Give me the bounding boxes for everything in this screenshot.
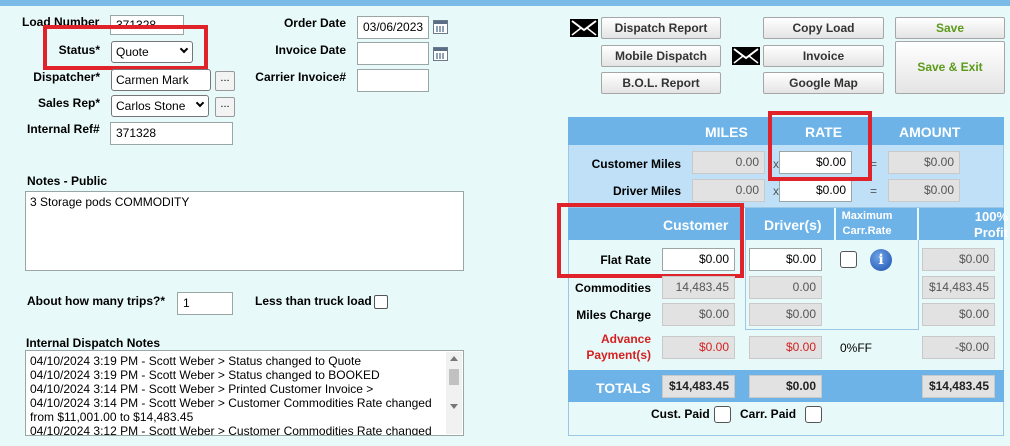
charges-divider-2 bbox=[834, 208, 836, 240]
driver-column-line bbox=[745, 240, 746, 330]
order-date-input[interactable]: 03/06/2023 bbox=[357, 16, 429, 39]
chevron-down-icon bbox=[195, 98, 205, 108]
dispatch-report-button[interactable]: Dispatch Report bbox=[601, 17, 721, 39]
calendar-icon[interactable] bbox=[433, 47, 448, 61]
dispatcher-lookup-button[interactable]: ... bbox=[215, 71, 235, 91]
profit-column-line bbox=[918, 240, 919, 330]
notes-public-label: Notes - Public bbox=[27, 174, 108, 188]
google-map-button[interactable]: Google Map bbox=[763, 72, 884, 94]
commodities-driver-input: 0.00 bbox=[749, 276, 822, 299]
notes-scrollbar[interactable] bbox=[446, 352, 462, 434]
invoice-date-label: Invoice Date bbox=[275, 43, 346, 57]
drivers-header: Driver(s) bbox=[764, 217, 822, 233]
totals-driver-input: $0.00 bbox=[749, 375, 822, 398]
customer-miles-input: 0.00 bbox=[692, 151, 765, 174]
save-exit-button[interactable]: Save & Exit bbox=[895, 41, 1005, 94]
sales-rep-label: Sales Rep* bbox=[37, 96, 100, 110]
dispatcher-value: Carmen Mark bbox=[116, 73, 189, 87]
note-line: 04/10/2024 3:19 PM - Scott Weber > Statu… bbox=[30, 354, 361, 368]
note-line: 04/10/2024 3:14 PM - Scott Weber > Custo… bbox=[30, 396, 432, 410]
carr-paid-label: Carr. Paid bbox=[740, 407, 797, 421]
advance-payments-label: Advance Payment(s) bbox=[586, 332, 651, 362]
internal-ref-label: Internal Ref# bbox=[27, 122, 100, 136]
less-than-truckload-checkbox[interactable] bbox=[374, 295, 388, 309]
mobile-dispatch-button[interactable]: Mobile Dispatch bbox=[601, 45, 721, 67]
max-carr-rate-header: Maximum Carr.Rate bbox=[841, 210, 893, 237]
totals-label: TOTALS bbox=[596, 380, 651, 396]
amount-header: AMOUNT bbox=[899, 124, 961, 140]
internal-notes-textarea[interactable]: 04/10/2024 3:19 PM - Scott Weber > Statu… bbox=[25, 350, 464, 436]
status-highlight bbox=[43, 25, 208, 70]
trips-input[interactable]: 1 bbox=[177, 292, 233, 315]
note-line: 04/10/2024 3:12 PM - Scott Weber > Custo… bbox=[30, 424, 432, 436]
note-line: 04/10/2024 3:19 PM - Scott Weber > Statu… bbox=[30, 368, 380, 382]
totals-customer-input: $14,483.45 bbox=[662, 375, 735, 398]
sales-rep-value: Carlos Stone bbox=[116, 99, 186, 113]
cust-paid-checkbox[interactable] bbox=[714, 406, 731, 423]
totals-profit-input: $14,483.45 bbox=[922, 375, 995, 398]
miles-charge-driver-input: $0.00 bbox=[749, 303, 822, 326]
commodities-customer-input: 14,483.45 bbox=[662, 276, 735, 299]
top-strip bbox=[0, 0, 1010, 6]
scrollbar-thumb[interactable] bbox=[449, 369, 459, 385]
miles-charge-label: Miles Charge bbox=[576, 308, 651, 322]
driver-column-bottom bbox=[745, 329, 919, 330]
trips-label: About how many trips?* bbox=[27, 294, 165, 308]
sales-rep-lookup-button[interactable]: ... bbox=[215, 97, 235, 117]
bol-report-button[interactable]: B.O.L. Report bbox=[601, 72, 721, 94]
customer-miles-label: Customer Miles bbox=[591, 157, 681, 171]
driver-amount-input: $0.00 bbox=[888, 179, 960, 202]
advance-customer-input: $0.00 bbox=[662, 336, 735, 359]
customer-flat-rate-highlight bbox=[557, 203, 744, 278]
driver-miles-label: Driver Miles bbox=[612, 184, 681, 198]
invoice-date-input[interactable] bbox=[357, 42, 429, 65]
cust-paid-label: Cust. Paid bbox=[651, 407, 710, 421]
charges-divider-3 bbox=[917, 208, 919, 240]
internal-ref-input[interactable]: 371328 bbox=[110, 122, 233, 145]
notes-public-textarea[interactable]: 3 Storage pods COMMODITY bbox=[25, 191, 464, 271]
carrier-invoice-input[interactable] bbox=[357, 69, 429, 92]
carrier-invoice-label: Carrier Invoice# bbox=[255, 70, 346, 84]
note-line: from $11,001.00 to $14,483.45 bbox=[30, 410, 194, 424]
dispatcher-select[interactable]: Carmen Mark bbox=[111, 69, 211, 91]
dispatcher-label: Dispatcher* bbox=[33, 70, 100, 84]
equals-sign: = bbox=[870, 184, 878, 198]
miles-charge-profit-input: $0.00 bbox=[922, 303, 995, 326]
calendar-icon[interactable] bbox=[433, 20, 448, 34]
internal-notes-label: Internal Dispatch Notes bbox=[26, 336, 161, 350]
order-date-label: Order Date bbox=[283, 16, 346, 30]
flat-rate-profit-input: $0.00 bbox=[922, 248, 995, 271]
flat-rate-driver-input[interactable]: $0.00 bbox=[749, 248, 822, 271]
advance-max-value: 0%FF bbox=[840, 341, 873, 355]
miles-charge-customer-input: $0.00 bbox=[662, 303, 735, 326]
commodities-profit-input: $14,483.45 bbox=[922, 276, 995, 299]
invoice-button[interactable]: Invoice bbox=[763, 45, 884, 67]
less-than-truckload-label: Less than truck load bbox=[255, 294, 372, 308]
scroll-up-icon[interactable] bbox=[450, 356, 458, 361]
mail-icon[interactable] bbox=[732, 47, 760, 65]
advance-driver-input: $0.00 bbox=[749, 336, 822, 359]
copy-load-button[interactable]: Copy Load bbox=[763, 17, 884, 39]
sales-rep-select[interactable]: Carlos Stone bbox=[111, 95, 209, 117]
advance-profit-input: -$0.00 bbox=[922, 336, 995, 359]
commodities-label: Commodities bbox=[574, 281, 651, 295]
rate-highlight bbox=[768, 111, 872, 181]
driver-rate-input[interactable]: $0.00 bbox=[779, 179, 852, 202]
note-line: 04/10/2024 3:14 PM - Scott Weber > Print… bbox=[30, 382, 374, 396]
driver-miles-input: 0.00 bbox=[692, 179, 765, 202]
customer-amount-input: $0.00 bbox=[888, 151, 960, 174]
miles-header: MILES bbox=[705, 124, 748, 140]
scroll-down-icon[interactable] bbox=[450, 404, 458, 409]
mail-icon[interactable] bbox=[570, 19, 598, 37]
save-button[interactable]: Save bbox=[895, 17, 1005, 39]
info-icon[interactable]: i bbox=[870, 249, 892, 271]
profit-header: 100% Profit bbox=[974, 209, 1008, 240]
max-carr-rate-checkbox[interactable] bbox=[840, 251, 857, 268]
carr-paid-checkbox[interactable] bbox=[805, 406, 822, 423]
